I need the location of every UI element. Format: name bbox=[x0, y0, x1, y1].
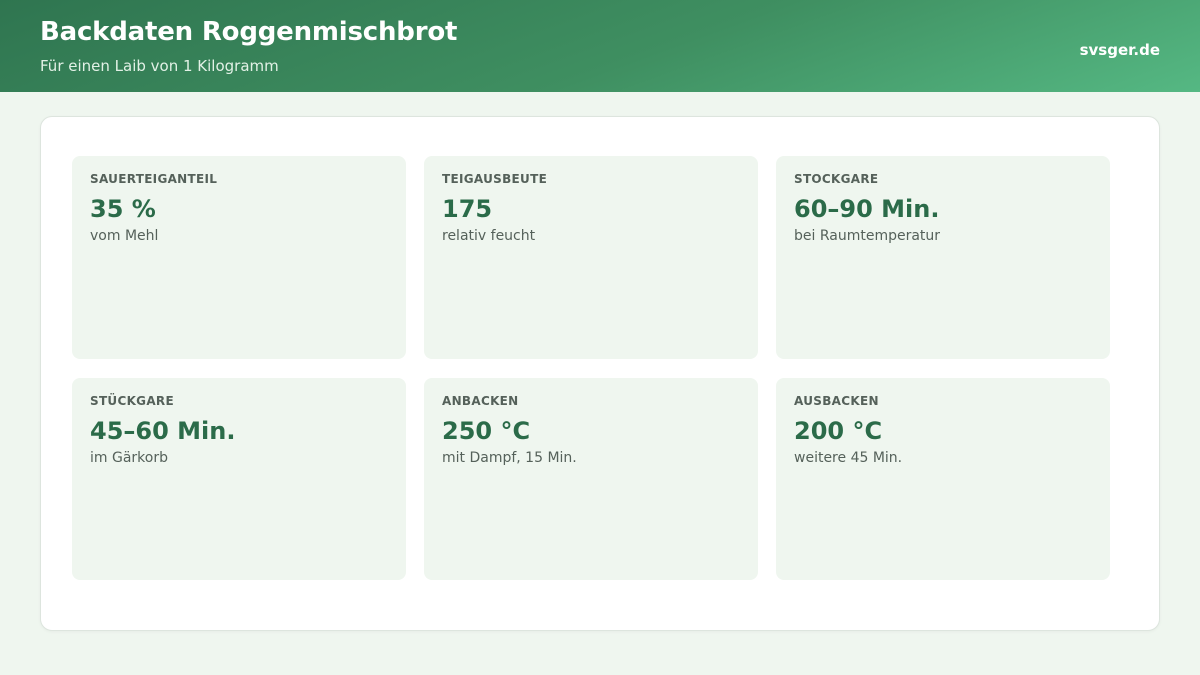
card-teigausbeute: TEIGAUSBEUTE 175 relativ feucht bbox=[424, 156, 758, 359]
card-label: SAUERTEIGANTEIL bbox=[90, 172, 218, 186]
card-stueckgare: STÜCKGARE 45–60 Min. im Gärkorb bbox=[72, 378, 406, 580]
card-value: 200 °C bbox=[794, 417, 883, 445]
card-note: bei Raumtemperatur bbox=[794, 228, 941, 244]
card-note: mit Dampf, 15 Min. bbox=[442, 450, 577, 466]
card-sauerteiganteil: SAUERTEIGANTEIL 35 % vom Mehl bbox=[72, 156, 406, 359]
card-value: 250 °C bbox=[442, 417, 531, 445]
card-note: relativ feucht bbox=[442, 228, 536, 244]
card-label: TEIGAUSBEUTE bbox=[442, 172, 548, 186]
card-note: weitere 45 Min. bbox=[794, 450, 903, 466]
card-anbacken: ANBACKEN 250 °C mit Dampf, 15 Min. bbox=[424, 378, 758, 580]
card-note: vom Mehl bbox=[90, 228, 159, 244]
page-header: Backdaten Roggenmischbrot Für einen Laib… bbox=[0, 0, 1200, 92]
card-ausbacken: AUSBACKEN 200 °C weitere 45 Min. bbox=[776, 378, 1110, 580]
baking-data-panel: SAUERTEIGANTEIL 35 % vom Mehl TEIGAUSBEU… bbox=[40, 116, 1160, 631]
card-value: 60–90 Min. bbox=[794, 195, 940, 223]
page-subtitle: Für einen Laib von 1 Kilogramm bbox=[40, 57, 279, 75]
card-value: 175 bbox=[442, 195, 493, 223]
card-label: AUSBACKEN bbox=[794, 394, 879, 408]
page-title: Backdaten Roggenmischbrot bbox=[40, 17, 458, 47]
baking-data-grid: SAUERTEIGANTEIL 35 % vom Mehl TEIGAUSBEU… bbox=[72, 156, 1110, 580]
card-label: STOCKGARE bbox=[794, 172, 879, 186]
brand-label: svsger.de bbox=[1079, 41, 1160, 59]
card-stockgare: STOCKGARE 60–90 Min. bei Raumtemperatur bbox=[776, 156, 1110, 359]
card-label: ANBACKEN bbox=[442, 394, 519, 408]
card-value: 45–60 Min. bbox=[90, 417, 236, 445]
card-label: STÜCKGARE bbox=[90, 394, 174, 408]
card-value: 35 % bbox=[90, 195, 156, 223]
card-note: im Gärkorb bbox=[90, 450, 168, 466]
